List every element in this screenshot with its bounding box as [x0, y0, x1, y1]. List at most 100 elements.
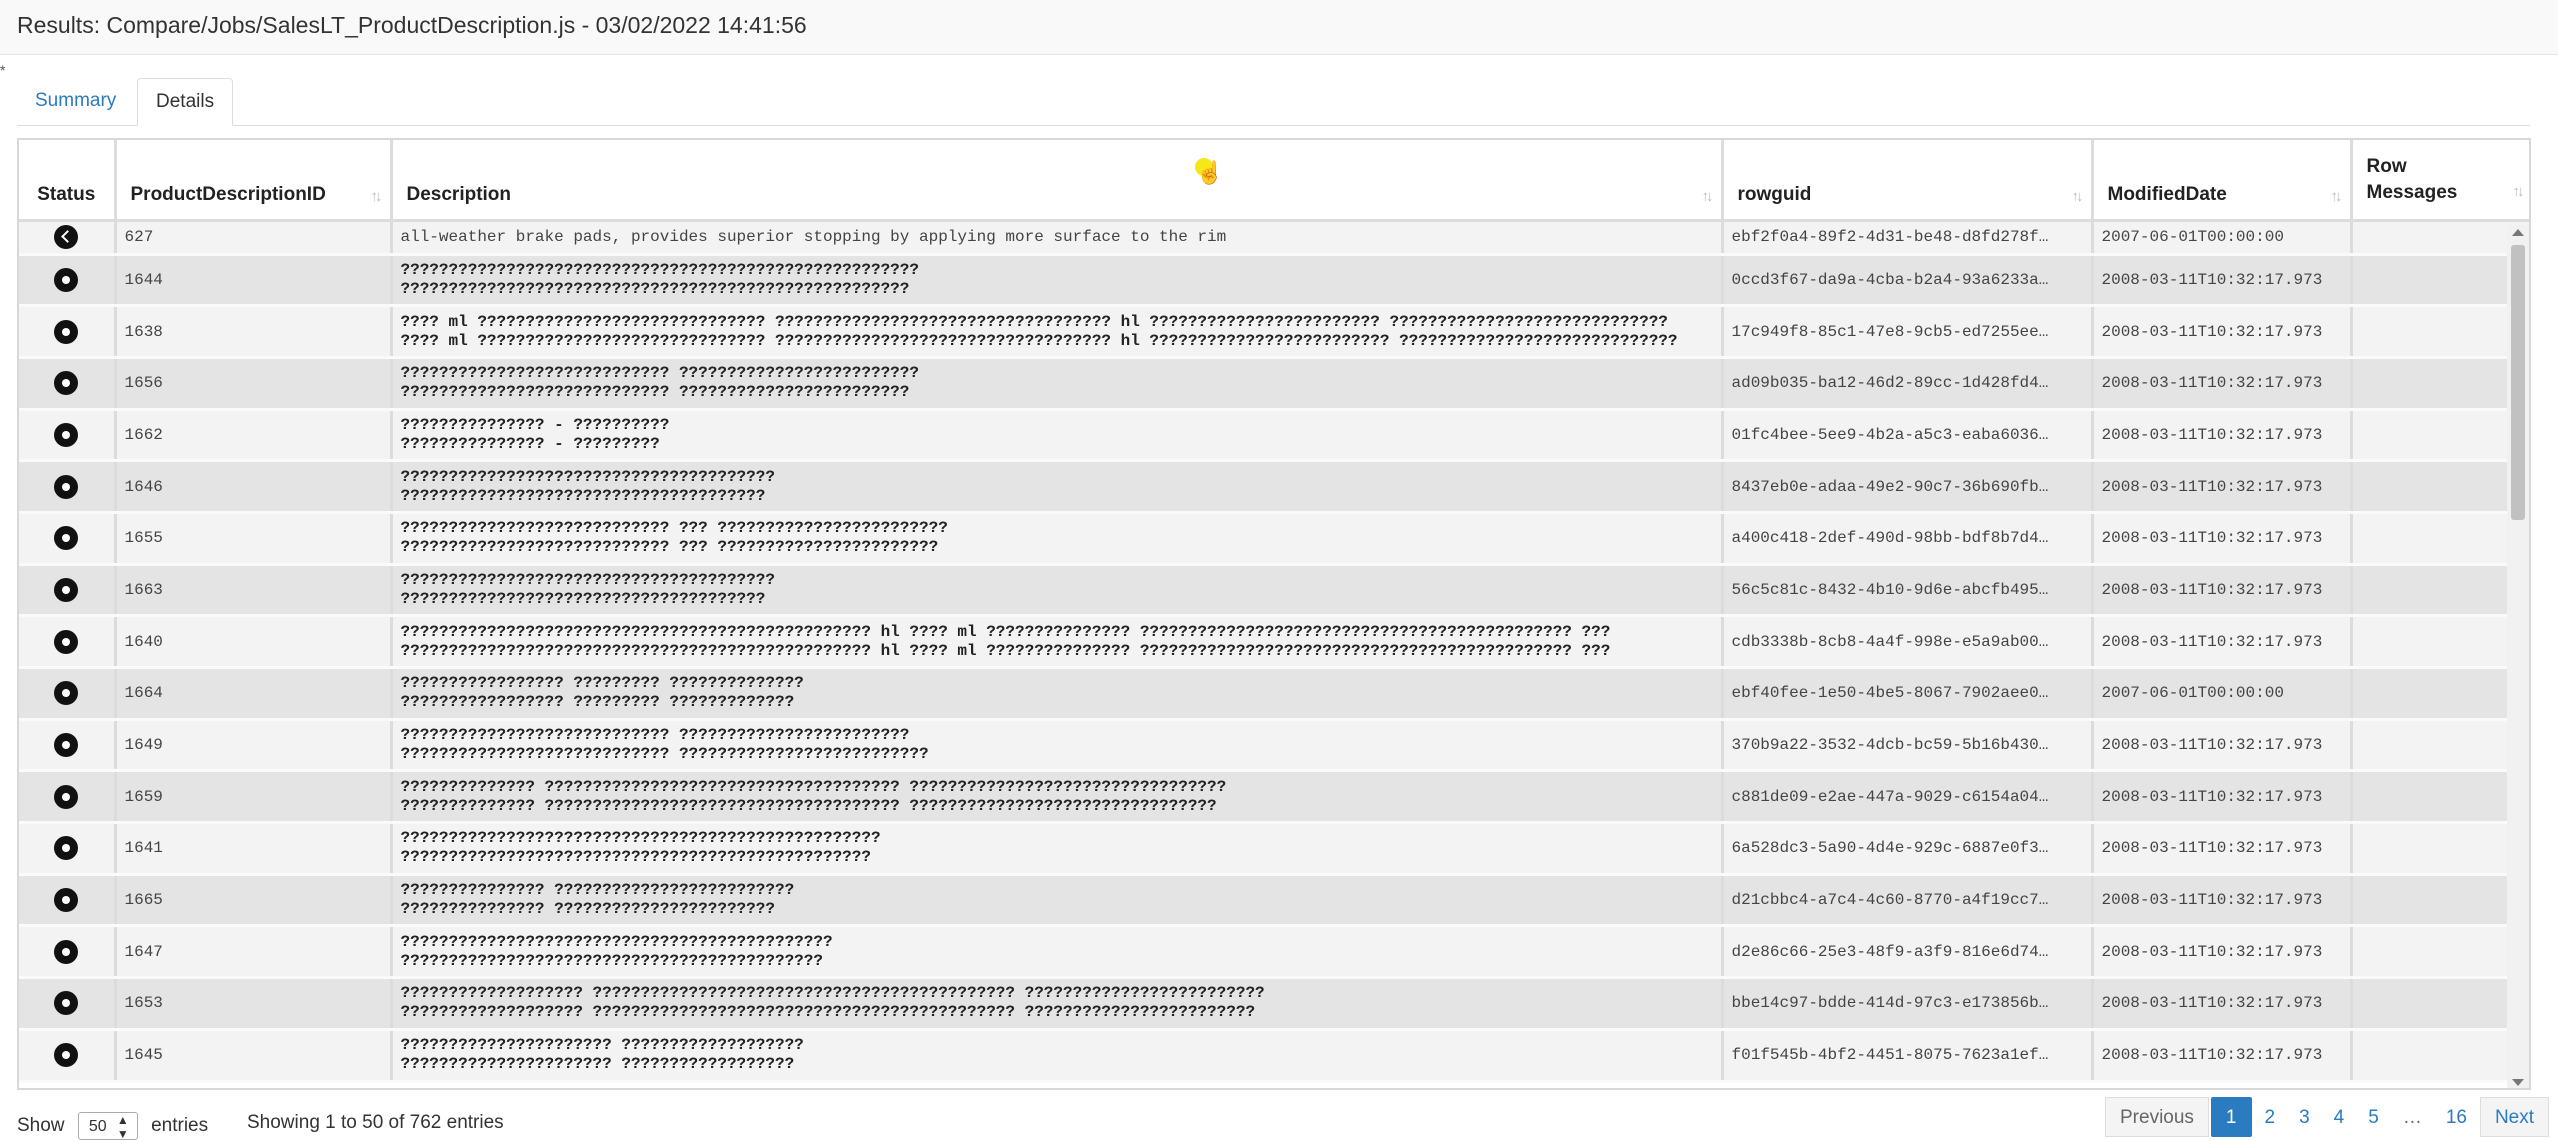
id-cell: 1665: [115, 874, 393, 928]
table-row[interactable]: 627 all-weather brake pads, provides sup…: [19, 220, 2529, 256]
description-cell: ????????????????????????????????????????…: [391, 254, 1724, 308]
page-button-4[interactable]: 4: [2323, 1097, 2356, 1137]
table-row[interactable]: 1646 ???????????????????????????????????…: [19, 460, 2529, 514]
id-cell: 1662: [115, 409, 393, 463]
table-row[interactable]: 1664 ????????????????? ????????? ???????…: [19, 667, 2529, 721]
page-size-value: 50: [88, 1118, 107, 1135]
dot-circle-icon[interactable]: [54, 888, 79, 913]
table-row[interactable]: 1665 ??????????????? ???????????????????…: [19, 874, 2529, 928]
status-cell[interactable]: [19, 874, 117, 928]
column-header-description[interactable]: Description ↑↓: [391, 140, 1724, 222]
tab-details[interactable]: Details: [137, 78, 234, 126]
dot-circle-icon[interactable]: [54, 939, 79, 964]
description-cell: ????????????????? ????????? ????????????…: [391, 667, 1724, 721]
status-cell[interactable]: [19, 357, 117, 411]
scrollbar-thumb[interactable]: [2511, 245, 2525, 520]
table-row[interactable]: 1649 ???????????????????????????? ??????…: [19, 719, 2529, 773]
previous-page-button[interactable]: Previous: [2105, 1097, 2209, 1137]
status-cell[interactable]: [19, 615, 117, 669]
column-header-modified-label: ModifiedDate: [2107, 183, 2227, 205]
scroll-up-icon[interactable]: [2512, 229, 2524, 236]
table-row[interactable]: 1644 ???????????????????????????????????…: [19, 254, 2529, 308]
table-row[interactable]: 1641 ???????????????????????????????????…: [19, 822, 2529, 876]
page-button-3[interactable]: 3: [2288, 1097, 2321, 1137]
column-header-id[interactable]: ProductDescriptionID ↑↓: [115, 140, 393, 222]
dot-circle-icon[interactable]: [54, 991, 79, 1016]
sort-arrows-icon[interactable]: ↑↓: [2331, 188, 2343, 205]
column-header-id-label: ProductDescriptionID: [130, 183, 326, 205]
description-line: ??????????????? - ?????????: [400, 434, 660, 453]
sort-arrows-icon[interactable]: ↑↓: [1702, 188, 1714, 205]
column-header-modified-date[interactable]: ModifiedDate ↑↓: [2092, 140, 2353, 222]
status-cell[interactable]: [19, 667, 117, 721]
dot-circle-icon[interactable]: [54, 629, 79, 654]
column-header-rowguid[interactable]: rowguid ↑↓: [1722, 140, 2094, 222]
page-size-select[interactable]: 50 ▲ ▼: [77, 1112, 138, 1141]
table-row[interactable]: 1638 ???? ml ???????????????????????????…: [19, 305, 2529, 359]
status-cell[interactable]: [19, 460, 117, 514]
dot-circle-icon[interactable]: [54, 836, 79, 861]
table-row[interactable]: 1653 ??????????????????? ???????????????…: [19, 977, 2529, 1031]
page-button-5[interactable]: 5: [2357, 1097, 2390, 1137]
status-cell[interactable]: [19, 512, 117, 566]
dot-circle-icon[interactable]: [54, 371, 79, 396]
status-cell[interactable]: [19, 719, 117, 773]
page-button-1[interactable]: 1: [2210, 1097, 2252, 1137]
status-cell[interactable]: [19, 254, 117, 308]
dot-circle-icon[interactable]: [54, 474, 79, 499]
sort-arrows-icon[interactable]: ↑↓: [2513, 179, 2525, 205]
status-cell[interactable]: [19, 925, 117, 980]
dot-circle-icon[interactable]: [54, 1043, 79, 1068]
table-row[interactable]: 1656 ???????????????????????????? ??????…: [19, 357, 2529, 411]
rowguid-cell: cdb3338b-8cb8-4a4f-998e-e5a9ab00…: [1722, 615, 2094, 669]
description-line: ?????????????????????? ?????????????????…: [400, 1036, 804, 1055]
table-row[interactable]: 1659 ?????????????? ????????????????????…: [19, 770, 2529, 825]
page-button-16[interactable]: 16: [2435, 1097, 2478, 1137]
dot-circle-icon[interactable]: [54, 526, 79, 551]
scroll-down-icon[interactable]: [2512, 1079, 2524, 1086]
description-cell: ???????????????????????????? ???????????…: [391, 357, 1724, 411]
next-page-button[interactable]: Next: [2479, 1097, 2550, 1137]
description-line: ??????????????????????????????????????: [400, 486, 766, 505]
description-line: ??????????????????? ????????????????????…: [400, 984, 1265, 1003]
table-row[interactable]: 1662 ??????????????? - ?????????????????…: [19, 409, 2529, 463]
column-header-row-messages[interactable]: Row Messages ↑↓: [2351, 140, 2529, 222]
status-cell[interactable]: [19, 770, 117, 825]
status-cell[interactable]: [19, 822, 117, 876]
id-cell: 1659: [115, 770, 393, 825]
description-cell: ??????????????? ????????????????????????…: [391, 874, 1724, 928]
status-cell[interactable]: [19, 1029, 117, 1083]
vertical-scrollbar[interactable]: [2507, 225, 2529, 1088]
status-cell[interactable]: [19, 409, 117, 463]
table-row[interactable]: 1663 ???????????????????????????????????…: [19, 564, 2529, 618]
table-row[interactable]: 1645 ?????????????????????? ????????????…: [19, 1029, 2529, 1083]
dot-circle-icon[interactable]: [54, 784, 79, 809]
modified-date-cell: 2007-06-01T00:00:00: [2092, 220, 2353, 256]
status-cell[interactable]: [19, 220, 117, 256]
status-cell[interactable]: [19, 305, 117, 359]
description-line: ????????????????????????????????????????…: [400, 622, 1611, 641]
dot-circle-icon[interactable]: [54, 577, 79, 602]
results-grid: Status ProductDescriptionID ↑↓ Descriptio…: [17, 138, 2531, 1090]
id-cell: 1647: [115, 925, 393, 980]
table-row[interactable]: 1647 ???????????????????????????????????…: [19, 925, 2529, 980]
dot-circle-icon[interactable]: [54, 733, 79, 758]
dot-circle-icon[interactable]: [54, 681, 79, 706]
page-button-2[interactable]: 2: [2254, 1097, 2287, 1137]
status-cell[interactable]: [19, 564, 117, 618]
status-cell[interactable]: [19, 977, 117, 1031]
sort-arrows-icon[interactable]: ↑↓: [2072, 188, 2084, 205]
back-arrow-circle-icon[interactable]: [54, 225, 79, 249]
description-cell: all-weather brake pads, provides superio…: [391, 220, 1724, 256]
table-row[interactable]: 1640 ???????????????????????????????????…: [19, 615, 2529, 669]
rowguid-cell: a400c418-2def-490d-98bb-bdf8b7d4…: [1722, 512, 2094, 566]
column-header-status[interactable]: Status: [19, 140, 117, 222]
tab-summary[interactable]: Summary: [17, 78, 134, 125]
dot-circle-icon[interactable]: [54, 319, 79, 344]
dot-circle-icon[interactable]: [54, 267, 79, 292]
row-messages-cell: [2351, 925, 2529, 980]
table-row[interactable]: 1655 ???????????????????????????? ??? ??…: [19, 512, 2529, 566]
sort-arrows-icon[interactable]: ↑↓: [371, 188, 383, 205]
dot-circle-icon[interactable]: [54, 422, 79, 447]
description-line: ????????????????? ????????? ????????????…: [400, 674, 804, 693]
